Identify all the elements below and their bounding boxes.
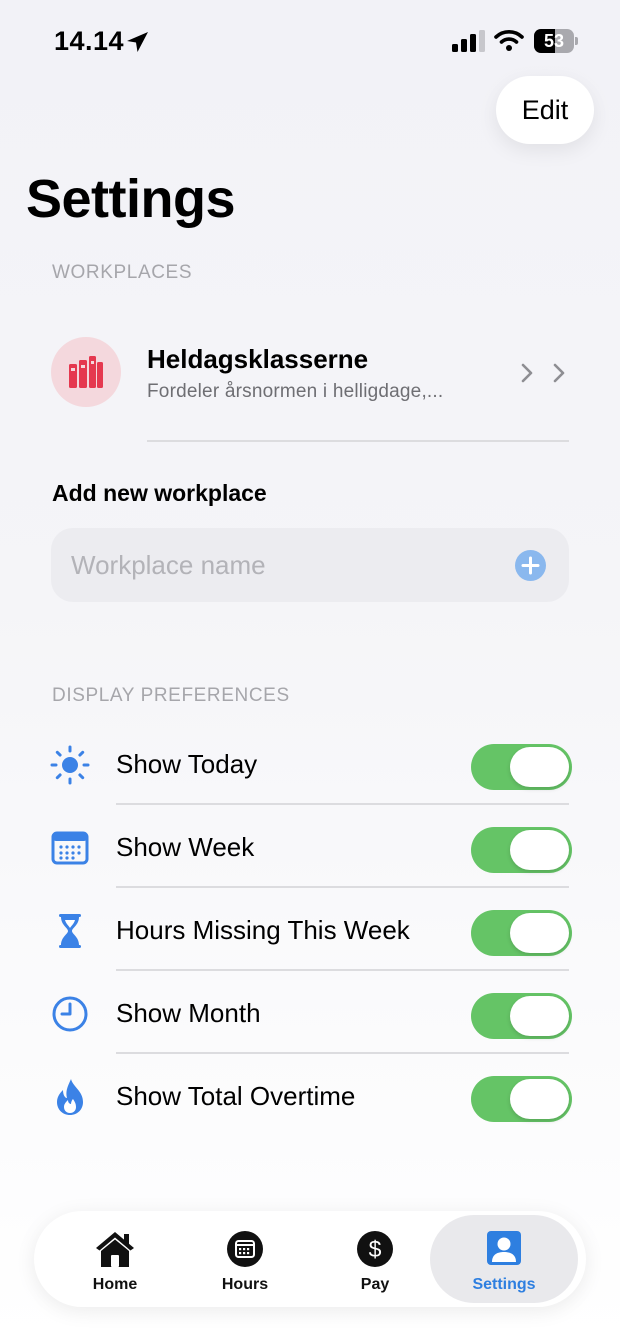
cellular-signal-icon — [452, 30, 485, 52]
pref-row-show-week: Show Week — [0, 806, 620, 888]
tab-bar: Home Hours $ Pay Settings — [34, 1211, 586, 1307]
plus-circle-icon[interactable] — [515, 550, 546, 581]
workplace-name: Heldagsklasserne — [147, 344, 369, 374]
divider — [147, 440, 569, 442]
clock-icon — [52, 996, 88, 1032]
pref-row-show-today: Show Today — [0, 723, 620, 805]
battery-icon: 53 — [534, 29, 578, 53]
svg-text:$: $ — [369, 1236, 382, 1262]
house-icon — [96, 1232, 134, 1267]
tab-home[interactable]: Home — [41, 1215, 189, 1303]
person-square-icon — [487, 1231, 521, 1265]
workplace-row[interactable]: Heldagsklasserne Fordeler årsnormen i he… — [0, 320, 620, 430]
edit-button[interactable]: Edit — [496, 76, 594, 144]
section-header-display-preferences: DISPLAY PREFERENCES — [52, 685, 290, 706]
workplace-avatar — [51, 337, 121, 407]
tab-pay[interactable]: $ Pay — [301, 1215, 449, 1303]
sun-icon — [50, 745, 90, 785]
divider — [116, 803, 569, 805]
location-arrow-icon — [127, 32, 148, 52]
flame-icon — [57, 1079, 83, 1115]
divider — [116, 969, 569, 971]
page-title: Settings — [26, 169, 236, 229]
toggle-show-month[interactable] — [471, 993, 572, 1039]
tab-label: Pay — [360, 1276, 390, 1293]
pref-row-total-overtime: Show Total Overtime — [0, 1055, 620, 1137]
pref-label: Show Week — [116, 832, 255, 862]
tab-label: Settings — [472, 1276, 536, 1293]
books-icon — [69, 356, 103, 388]
chevron-right-icon — [521, 363, 533, 383]
divider — [116, 886, 569, 888]
workplace-input-container — [51, 528, 569, 602]
hourglass-icon — [59, 914, 81, 948]
tab-label: Hours — [221, 1276, 269, 1293]
toggle-show-today[interactable] — [471, 744, 572, 790]
calendar-circle-icon — [227, 1231, 263, 1267]
section-header-workplaces: WORKPLACES — [52, 262, 193, 283]
dollar-circle-icon: $ — [357, 1231, 393, 1267]
toggle-hours-missing[interactable] — [471, 910, 572, 956]
chevron-right-icon — [553, 363, 565, 383]
workplace-name-input[interactable] — [71, 528, 491, 602]
pref-label: Show Today — [116, 749, 258, 779]
tab-hours[interactable]: Hours — [171, 1215, 319, 1303]
toggle-total-overtime[interactable] — [471, 1076, 572, 1122]
wifi-icon — [494, 30, 524, 51]
add-workplace-label: Add new workplace — [52, 480, 267, 506]
toggle-show-week[interactable] — [471, 827, 572, 873]
pref-label: Show Total Overtime — [116, 1081, 356, 1111]
battery-percentage: 53 — [543, 31, 565, 51]
pref-row-show-month: Show Month — [0, 972, 620, 1054]
pref-label: Hours Missing This Week — [116, 915, 410, 945]
pref-row-hours-missing: Hours Missing This Week — [0, 889, 620, 971]
calendar-icon — [51, 831, 89, 865]
tab-settings[interactable]: Settings — [430, 1215, 578, 1303]
divider — [116, 1052, 569, 1054]
status-bar: 14.14 53 — [0, 0, 620, 80]
pref-label: Show Month — [116, 998, 261, 1028]
workplace-subtitle: Fordeler årsnormen i helligdage,... — [147, 381, 444, 402]
status-time: 14.14 — [54, 26, 125, 56]
tab-label: Home — [92, 1276, 138, 1293]
